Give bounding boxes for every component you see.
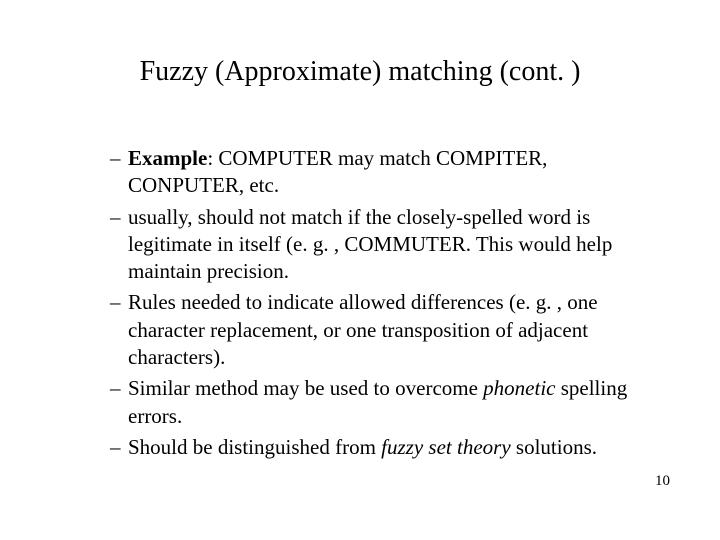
text-run: Should be distinguished from — [128, 435, 381, 459]
bullet-dash-icon: – — [110, 204, 128, 286]
list-item: – Should be distinguished from fuzzy set… — [110, 434, 655, 461]
bullet-text: Example: COMPUTER may match COMPITER, CO… — [128, 145, 655, 200]
list-item: – Similar method may be used to overcome… — [110, 375, 655, 430]
page-number: 10 — [655, 473, 670, 490]
list-item: – Rules needed to indicate allowed diffe… — [110, 289, 655, 371]
bullet-dash-icon: – — [110, 434, 128, 461]
text-run: Rules needed to indicate allowed differe… — [128, 290, 598, 369]
slide-title: Fuzzy (Approximate) matching (cont. ) — [0, 56, 720, 88]
italic-text: fuzzy set theory — [381, 435, 510, 459]
bold-text: Example — [128, 146, 207, 170]
text-run: Similar method may be used to overcome — [128, 376, 483, 400]
bullet-dash-icon: – — [110, 375, 128, 430]
list-item: – usually, should not match if the close… — [110, 204, 655, 286]
bullet-dash-icon: – — [110, 145, 128, 200]
text-run: usually, should not match if the closely… — [128, 205, 612, 284]
slide: Fuzzy (Approximate) matching (cont. ) – … — [0, 0, 720, 540]
bullet-text: Should be distinguished from fuzzy set t… — [128, 434, 655, 461]
bullet-text: Similar method may be used to overcome p… — [128, 375, 655, 430]
list-item: – Example: COMPUTER may match COMPITER, … — [110, 145, 655, 200]
bullet-dash-icon: – — [110, 289, 128, 371]
bullet-text: usually, should not match if the closely… — [128, 204, 655, 286]
bullet-text: Rules needed to indicate allowed differe… — [128, 289, 655, 371]
text-run: solutions. — [511, 435, 597, 459]
slide-body: – Example: COMPUTER may match COMPITER, … — [110, 145, 655, 465]
italic-text: phonetic — [483, 376, 555, 400]
